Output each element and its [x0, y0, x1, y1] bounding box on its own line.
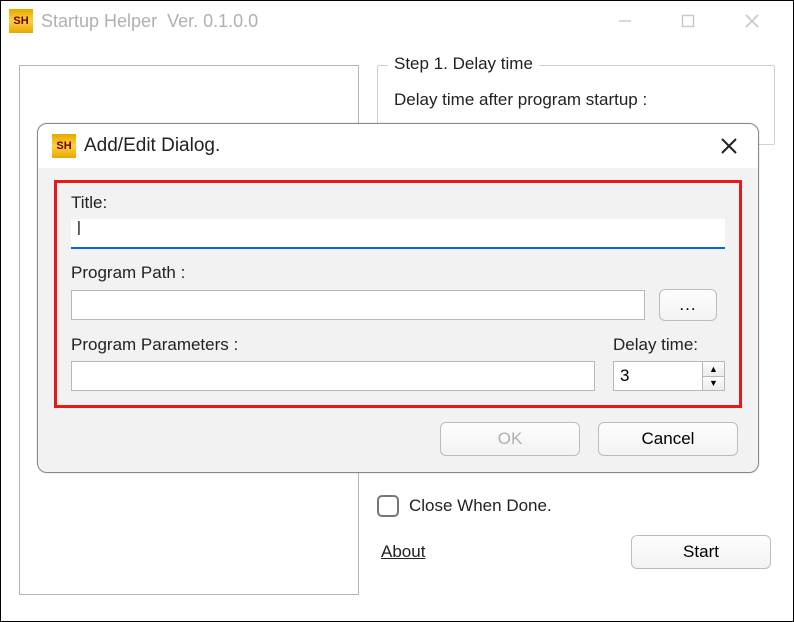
- ok-button[interactable]: OK: [440, 422, 580, 456]
- close-icon[interactable]: [743, 12, 761, 30]
- app-title: Startup Helper: [41, 11, 157, 32]
- program-parameters-input[interactable]: [71, 361, 595, 391]
- delay-time-spinner[interactable]: 3 ▲ ▼: [613, 361, 725, 391]
- close-when-done-checkbox[interactable]: [377, 495, 399, 517]
- cancel-button[interactable]: Cancel: [598, 422, 738, 456]
- spinner-up-icon[interactable]: ▲: [703, 362, 724, 377]
- delay-time-value[interactable]: 3: [614, 362, 702, 390]
- app-icon: SH: [9, 9, 33, 33]
- dialog-app-icon: SH: [52, 134, 76, 158]
- program-parameters-label: Program Parameters :: [71, 335, 595, 355]
- about-link[interactable]: About: [381, 542, 425, 562]
- program-path-input[interactable]: [71, 290, 645, 320]
- step1-body-text: Delay time after program startup :: [394, 90, 758, 110]
- add-edit-dialog: SH Add/Edit Dialog. Title: | Program Pat…: [37, 123, 759, 473]
- title-label: Title:: [71, 193, 725, 213]
- dialog-title: Add/Edit Dialog.: [84, 135, 220, 157]
- minimize-icon[interactable]: [617, 12, 633, 30]
- program-path-label: Program Path :: [71, 263, 725, 283]
- main-window-titlebar: SH Startup Helper Ver. 0.1.0.0: [1, 1, 793, 41]
- browse-button[interactable]: ...: [659, 289, 717, 321]
- delay-time-label: Delay time:: [613, 335, 725, 355]
- title-input[interactable]: |: [71, 219, 725, 249]
- highlight-frame: Title: | Program Path : ... Program Para…: [54, 180, 742, 408]
- dialog-close-button[interactable]: [714, 131, 744, 161]
- spinner-down-icon[interactable]: ▼: [703, 377, 724, 391]
- step1-title: Step 1. Delay time: [388, 54, 539, 74]
- app-version: Ver. 0.1.0.0: [167, 11, 258, 32]
- close-when-done-row[interactable]: Close When Done.: [377, 495, 775, 517]
- start-button[interactable]: Start: [631, 535, 771, 569]
- maximize-icon[interactable]: [681, 12, 695, 30]
- close-when-done-label: Close When Done.: [409, 496, 552, 516]
- dialog-titlebar[interactable]: SH Add/Edit Dialog.: [38, 124, 758, 168]
